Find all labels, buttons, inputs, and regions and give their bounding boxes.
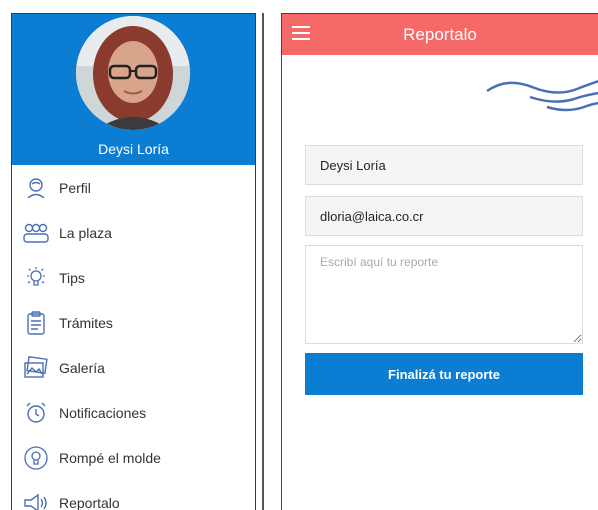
navigation-drawer: Deysi Loría Perfil La plaza Tips Trámite… [11, 13, 256, 510]
menu-label: Perfil [59, 179, 91, 196]
menu-label: Tips [59, 269, 85, 286]
photos-icon [22, 354, 50, 382]
bulb-badge-icon [22, 444, 50, 472]
menu-item-galeria[interactable]: Galería [12, 345, 255, 390]
page-title: Reportalo [403, 25, 477, 44]
drawer-header: Deysi Loría [12, 14, 255, 165]
menu-label: Galería [59, 359, 105, 376]
menu-item-rompe-el-molde[interactable]: Rompé el molde [12, 435, 255, 480]
menu-label: Trámites [59, 314, 113, 331]
menu-item-notificaciones[interactable]: Notificaciones [12, 390, 255, 435]
menu-label: La plaza [59, 224, 112, 241]
menu-item-perfil[interactable]: Perfil [12, 165, 255, 210]
user-name: Deysi Loría [98, 141, 169, 157]
waves-icon [486, 80, 598, 112]
report-screen: Reportalo Finalizá tu reporte [281, 13, 598, 510]
megaphone-icon [22, 489, 50, 510]
menu-label: Notificaciones [59, 404, 147, 421]
menu-label: Reportalo [59, 494, 120, 510]
person-icon [22, 174, 50, 202]
report-textarea[interactable] [305, 245, 583, 344]
email-field[interactable] [305, 196, 583, 236]
menu-item-tips[interactable]: Tips [12, 255, 255, 300]
menu-item-tramites[interactable]: Trámites [12, 300, 255, 345]
menu-label: Rompé el molde [59, 449, 161, 466]
alarm-clock-icon [22, 399, 50, 427]
app-bar: Reportalo [282, 14, 598, 55]
avatar[interactable] [76, 16, 190, 130]
lightbulb-icon [22, 264, 50, 292]
group-icon [22, 219, 50, 247]
menu-item-la-plaza[interactable]: La plaza [12, 210, 255, 255]
clipboard-icon [22, 309, 50, 337]
name-field[interactable] [305, 145, 583, 185]
submit-report-button[interactable]: Finalizá tu reporte [305, 353, 583, 395]
panel-divider [262, 13, 264, 510]
menu-item-reportalo[interactable]: Reportalo [12, 480, 255, 510]
